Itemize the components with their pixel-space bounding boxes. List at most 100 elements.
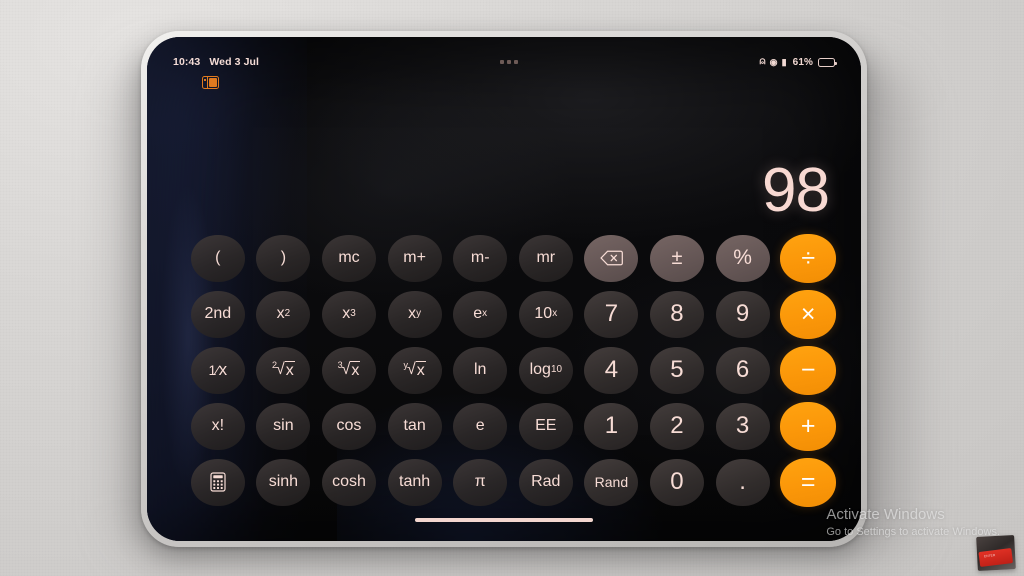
key-label: ) [280, 249, 287, 266]
key-digit-6[interactable]: 6 [715, 346, 770, 394]
key-x-squared[interactable]: x2 [256, 290, 311, 338]
key-hyperbolic-cosine[interactable]: cosh [321, 458, 376, 506]
key-cell: + [775, 398, 841, 454]
key-cell: x2 [251, 286, 317, 342]
key-equals[interactable]: = [780, 457, 837, 507]
key-cube-root[interactable]: 3 √ x [321, 346, 376, 394]
key-cell: m- [447, 230, 513, 286]
key-sine[interactable]: sin [256, 402, 311, 450]
key-cell: = [775, 454, 841, 510]
screen-record-icon: ▮ [781, 56, 787, 67]
key-digit-3[interactable]: 3 [715, 402, 770, 450]
key-label: + [800, 411, 816, 440]
key-label: Rand [594, 474, 629, 490]
key-cell: log 10 [513, 342, 579, 398]
key-percent[interactable]: % [715, 234, 770, 282]
key-digit-4[interactable]: 4 [584, 346, 639, 394]
key-digit-0[interactable]: 0 [649, 458, 704, 506]
handle-dot [500, 60, 505, 64]
key-exponent-entry[interactable]: EE [518, 402, 573, 450]
key-label: 4 [604, 356, 619, 383]
key-hyperbolic-tangent[interactable]: tanh [387, 458, 442, 506]
key-label: . [739, 468, 746, 495]
key-cell: Rad [513, 454, 579, 510]
key-y-root-x[interactable]: y √ x [387, 346, 442, 394]
status-bar: 10:43 Wed 3 Jul ⍝ ◉ ▮ 61% [147, 53, 861, 71]
key-cell: . [710, 454, 776, 510]
key-memory-subtract[interactable]: m- [453, 234, 508, 282]
status-bar-center [259, 60, 759, 64]
key-open-paren[interactable]: ( [190, 234, 245, 282]
key-cosine[interactable]: cos [321, 402, 376, 450]
key-digit-5[interactable]: 5 [649, 346, 704, 394]
key-digit-1[interactable]: 1 [584, 402, 639, 450]
key-label: cosh [332, 473, 366, 490]
key-cell: x! [185, 398, 251, 454]
key-cell: 7 [579, 286, 645, 342]
red-key-label: ENTER [983, 553, 996, 559]
key-memory-add[interactable]: m+ [387, 234, 442, 282]
key-label: tanh [399, 473, 431, 490]
key-memory-clear[interactable]: mc [321, 234, 376, 282]
handle-dot [507, 60, 512, 64]
key-reciprocal[interactable]: 1⁄x [190, 346, 245, 394]
key-multiply[interactable]: × [780, 289, 837, 339]
key-cell: mr [513, 230, 579, 286]
key-euler-constant[interactable]: e [453, 402, 508, 450]
split-view-icon[interactable] [202, 76, 219, 89]
key-sign-toggle[interactable]: ± [649, 234, 704, 282]
key-digit-2[interactable]: 2 [649, 402, 704, 450]
key-radian-toggle[interactable]: Rad [518, 458, 573, 506]
key-cell: tanh [382, 454, 448, 510]
key-label: ( [215, 249, 221, 266]
key-tangent[interactable]: tan [387, 402, 442, 450]
key-hyperbolic-sine[interactable]: sinh [256, 458, 311, 506]
key-cell: ± [644, 230, 710, 286]
key-label: sinh [268, 473, 299, 490]
key-factorial[interactable]: x! [190, 402, 245, 450]
key-digit-9[interactable]: 9 [715, 290, 770, 338]
key-cell: 6 [710, 342, 776, 398]
key-cell: 0 [644, 454, 710, 510]
key-cell: % [710, 230, 776, 286]
key-decimal-point[interactable]: . [715, 458, 770, 506]
multitask-handle-icon[interactable] [500, 60, 519, 64]
key-add[interactable]: + [780, 401, 837, 451]
key-cell: cos [316, 398, 382, 454]
key-label: 3 [735, 412, 750, 439]
key-cell: 3 √ x [316, 342, 382, 398]
key-natural-log[interactable]: ln [453, 346, 508, 394]
key-square-root[interactable]: 2 √ x [256, 346, 311, 394]
tablet-device: 10:43 Wed 3 Jul ⍝ ◉ ▮ 61% 98 () mc m+ m… [141, 31, 867, 547]
split-view-left-pane [203, 77, 208, 88]
tablet-screen[interactable]: 10:43 Wed 3 Jul ⍝ ◉ ▮ 61% 98 () mc m+ m… [147, 37, 861, 541]
key-subtract[interactable]: − [780, 345, 837, 395]
key-label: 0 [670, 468, 684, 495]
key-cell: xy [382, 286, 448, 342]
key-calculator-mode[interactable] [190, 458, 245, 506]
key-x-power-y[interactable]: xy [387, 290, 442, 338]
calculator-icon [210, 472, 226, 492]
key-label: mc [338, 249, 360, 266]
key-cell: y √ x [382, 342, 448, 398]
key-close-paren[interactable]: ) [256, 234, 311, 282]
key-e-power-x[interactable]: ex [453, 290, 508, 338]
calculator-keypad: () mc m+ m-mr ±% ÷ 2nd x 2 x 3 x y e x 10 x 7 8 9 × 1⁄x 2 √ x 3 √ x… [185, 230, 841, 510]
status-bar-left: 10:43 Wed 3 Jul [173, 56, 259, 68]
key-digit-7[interactable]: 7 [584, 290, 639, 338]
key-cell: sin [251, 398, 317, 454]
key-log-base-10[interactable]: log 10 [518, 346, 573, 394]
key-digit-8[interactable]: 8 [649, 290, 704, 338]
home-indicator[interactable] [415, 518, 593, 522]
key-random-number[interactable]: Rand [584, 458, 639, 506]
key-cell: tan [382, 398, 448, 454]
key-divide[interactable]: ÷ [780, 233, 837, 283]
key-cell: 9 [710, 286, 776, 342]
key-pi-constant[interactable]: π [453, 458, 508, 506]
key-x-cubed[interactable]: x3 [321, 290, 376, 338]
key-cell: 8 [644, 286, 710, 342]
key-backspace[interactable] [584, 234, 639, 282]
key-ten-power-x[interactable]: 10 x [518, 290, 573, 338]
key-memory-recall[interactable]: mr [518, 234, 573, 282]
key-second-function[interactable]: 2nd [190, 290, 245, 338]
